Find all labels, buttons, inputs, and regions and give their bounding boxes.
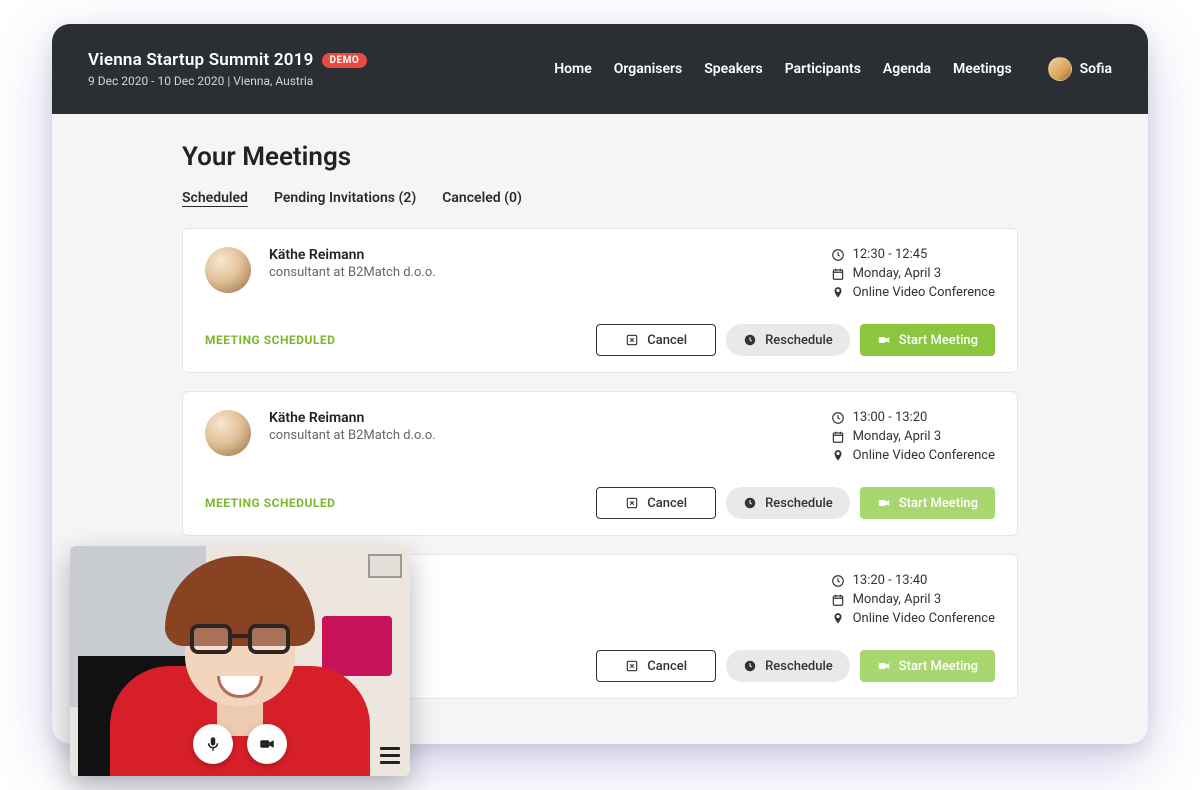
clock-icon [743,659,757,673]
page-title: Your Meetings [182,142,1018,172]
tab-scheduled[interactable]: Scheduled [182,190,248,210]
reschedule-label: Reschedule [765,333,833,348]
person-role: consultant at B2Match d.o.o. [269,265,436,280]
x-box-icon [625,333,639,347]
clock-icon [743,496,757,510]
person-name: Käthe Reimann [269,410,436,426]
cancel-label: Cancel [647,659,687,674]
meeting-date: Monday, April 3 [853,429,942,444]
mic-toggle[interactable] [193,724,233,764]
avatar [1048,57,1072,81]
status-badge: MEETING SCHEDULED [205,333,335,347]
nav-participants[interactable]: Participants [785,61,861,77]
pin-icon [831,449,845,463]
nav-organisers[interactable]: Organisers [614,61,682,77]
tabs: Scheduled Pending Invitations (2) Cancel… [182,190,1018,210]
nav-meetings[interactable]: Meetings [953,61,1012,77]
x-box-icon [625,659,639,673]
clock-icon [831,411,845,425]
start-label: Start Meeting [899,496,978,511]
meeting-person: Käthe Reimann consultant at B2Match d.o.… [205,410,436,467]
pin-icon [831,612,845,626]
meeting-info: 12:30 - 12:45 Monday, April 3 Online Vid… [831,247,995,304]
meeting-location: Online Video Conference [853,448,995,463]
reschedule-button[interactable]: Reschedule [726,650,850,682]
clock-icon [831,574,845,588]
tab-canceled[interactable]: Canceled (0) [442,190,522,210]
reschedule-label: Reschedule [765,659,833,674]
calendar-icon [831,267,845,281]
user-name: Sofia [1080,61,1112,77]
clock-icon [743,333,757,347]
video-icon [877,333,891,347]
video-call-overlay[interactable] [70,546,410,776]
person-avatar [205,410,251,456]
meeting-location: Online Video Conference [853,611,995,626]
event-subtitle: 9 Dec 2020 - 10 Dec 2020 | Vienna, Austr… [88,74,367,88]
meeting-date: Monday, April 3 [853,592,942,607]
cancel-button[interactable]: Cancel [596,487,716,519]
main-nav: Home Organisers Speakers Participants Ag… [554,57,1112,81]
cancel-label: Cancel [647,496,687,511]
meeting-time: 13:00 - 13:20 [853,410,928,425]
microphone-icon [204,735,222,753]
start-label: Start Meeting [899,659,978,674]
camera-icon [258,735,276,753]
tab-pending[interactable]: Pending Invitations (2) [274,190,416,210]
person-name: Käthe Reimann [269,247,436,263]
nav-home[interactable]: Home [554,61,592,77]
meeting-actions: Cancel Reschedule Start Meeting [596,650,995,682]
camera-toggle[interactable] [247,724,287,764]
demo-badge: DEMO [322,53,368,68]
meeting-time: 13:20 - 13:40 [853,573,928,588]
meeting-info: 13:00 - 13:20 Monday, April 3 Online Vid… [831,410,995,467]
meeting-actions: Cancel Reschedule Start Meeting [596,487,995,519]
brand-block: Vienna Startup Summit 2019 DEMO 9 Dec 20… [88,50,367,88]
cancel-button[interactable]: Cancel [596,324,716,356]
meeting-time: 12:30 - 12:45 [853,247,928,262]
user-menu[interactable]: Sofia [1048,57,1112,81]
meeting-location: Online Video Conference [853,285,995,300]
meeting-actions: Cancel Reschedule Start Meeting [596,324,995,356]
event-title: Vienna Startup Summit 2019 [88,50,314,70]
x-box-icon [625,496,639,510]
calendar-icon [831,593,845,607]
menu-icon [380,747,400,750]
status-badge: MEETING SCHEDULED [205,496,335,510]
meeting-info: 13:20 - 13:40 Monday, April 3 Online Vid… [831,573,995,630]
meeting-card: Käthe Reimann consultant at B2Match d.o.… [182,228,1018,373]
start-meeting-button[interactable]: Start Meeting [860,650,995,682]
calendar-icon [831,430,845,444]
cancel-label: Cancel [647,333,687,348]
meeting-person: Käthe Reimann consultant at B2Match d.o.… [205,247,436,304]
start-label: Start Meeting [899,333,978,348]
nav-speakers[interactable]: Speakers [704,61,763,77]
reschedule-button[interactable]: Reschedule [726,324,850,356]
cancel-button[interactable]: Cancel [596,650,716,682]
nav-agenda[interactable]: Agenda [883,61,931,77]
clock-icon [831,248,845,262]
topbar: Vienna Startup Summit 2019 DEMO 9 Dec 20… [52,24,1148,114]
reschedule-label: Reschedule [765,496,833,511]
meeting-date: Monday, April 3 [853,266,942,281]
self-thumbnail[interactable] [368,554,402,578]
video-icon [877,496,891,510]
start-meeting-button[interactable]: Start Meeting [860,487,995,519]
meeting-card: Käthe Reimann consultant at B2Match d.o.… [182,391,1018,536]
video-menu-button[interactable] [380,747,400,764]
pin-icon [831,286,845,300]
person-role: consultant at B2Match d.o.o. [269,428,436,443]
start-meeting-button[interactable]: Start Meeting [860,324,995,356]
video-icon [877,659,891,673]
video-controls [193,724,287,764]
reschedule-button[interactable]: Reschedule [726,487,850,519]
person-avatar [205,247,251,293]
